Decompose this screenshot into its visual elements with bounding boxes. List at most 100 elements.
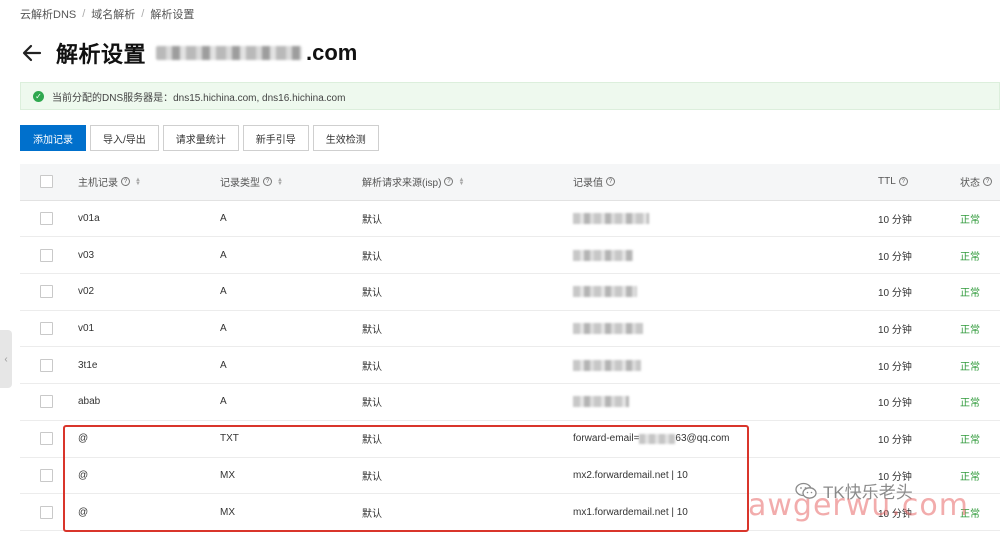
record-status: 正常 xyxy=(960,325,980,337)
row-checkbox[interactable] xyxy=(40,322,53,336)
record-status: 正常 xyxy=(960,398,980,410)
record-ttl: 10 分钟 xyxy=(878,435,912,447)
record-type: TXT xyxy=(220,433,239,445)
row-checkbox[interactable] xyxy=(40,432,53,446)
sort-icon[interactable]: ▲ ▼ xyxy=(135,177,141,187)
column-type[interactable]: 记录类型 ? ▲ ▼ xyxy=(220,164,283,200)
masked-domain xyxy=(156,46,303,60)
table-row: v01a A 默认 10 分钟 正常 xyxy=(20,201,1000,238)
record-host: @ xyxy=(78,469,89,481)
record-host: 3t1e xyxy=(78,359,98,371)
help-icon[interactable]: ? xyxy=(121,177,130,187)
record-type: A xyxy=(220,213,227,225)
help-icon[interactable]: ? xyxy=(983,177,992,187)
record-ttl: 10 分钟 xyxy=(878,325,912,337)
record-status: 正常 xyxy=(960,215,980,227)
row-checkbox[interactable] xyxy=(40,505,53,519)
record-type: A xyxy=(220,249,227,261)
table-row: v03 A 默认 10 分钟 正常 xyxy=(20,237,1000,275)
check-circle-icon: ✓ xyxy=(33,90,44,102)
help-icon[interactable]: ? xyxy=(606,177,615,187)
record-ttl: 10 分钟 xyxy=(878,215,912,227)
record-host: @ xyxy=(78,506,89,518)
breadcrumb-item-dns[interactable]: 云解析DNS xyxy=(20,6,76,22)
record-ttl: 10 分钟 xyxy=(878,251,912,263)
table-row: 3t1e A 默认 10 分钟 正常 xyxy=(20,347,1000,385)
record-host: abab xyxy=(78,396,101,408)
arrow-left-icon[interactable] xyxy=(20,41,44,65)
select-all-checkbox[interactable] xyxy=(40,175,53,189)
page-title: 解析设置 xyxy=(56,42,147,67)
record-isp: 默认 xyxy=(362,215,382,227)
column-isp[interactable]: 解析请求来源(isp) ? ▲ ▼ xyxy=(362,164,464,200)
masked-value-part xyxy=(639,433,676,444)
effect-check-button[interactable]: 生效检测 xyxy=(312,125,379,151)
add-record-button[interactable]: 添加记录 xyxy=(20,125,86,151)
masked-record-value xyxy=(573,323,643,335)
dns-server-text: 当前分配的DNS服务器是：dns15.hichina.com, dns16.hi… xyxy=(52,92,346,104)
record-type: MX xyxy=(220,506,235,518)
row-checkbox[interactable] xyxy=(40,358,53,372)
record-isp: 默认 xyxy=(362,251,382,263)
import-export-button[interactable]: 导入/导出 xyxy=(90,125,159,151)
chevron-left-icon[interactable]: ‹ xyxy=(0,330,12,388)
record-status: 正常 xyxy=(960,361,980,373)
record-isp: 默认 xyxy=(362,435,382,447)
table-row: v02 A 默认 10 分钟 正常 xyxy=(20,274,1000,311)
record-value: forward-email= 63@qq.com xyxy=(573,433,730,445)
column-status: 状态 ? xyxy=(960,164,992,200)
beginner-guide-button[interactable]: 新手引导 xyxy=(242,125,309,151)
request-stats-button[interactable]: 请求量统计 xyxy=(162,125,239,151)
record-type: MX xyxy=(220,469,235,481)
masked-record-value xyxy=(573,249,633,261)
row-checkbox[interactable] xyxy=(40,395,53,409)
record-isp: 默认 xyxy=(362,398,382,410)
table-header: 主机记录 ? ▲ ▼ 记录类型 ? ▲ ▼ 解析请求来源(isp) ? ▲ ▼ 记录值… xyxy=(20,164,1000,201)
breadcrumb: 云解析DNS / 域名解析 / 解析设置 xyxy=(20,6,194,22)
record-isp: 默认 xyxy=(362,471,382,483)
masked-record-value xyxy=(573,213,649,225)
record-type: A xyxy=(220,396,227,408)
record-host: v02 xyxy=(78,286,95,298)
record-type: A xyxy=(220,286,227,298)
record-ttl: 10 分钟 xyxy=(878,288,912,300)
column-ttl: TTL ? xyxy=(878,164,908,200)
record-isp: 默认 xyxy=(362,288,382,300)
record-value: mx2.forwardemail.net | 10 xyxy=(573,469,688,481)
breadcrumb-item-settings: 解析设置 xyxy=(150,9,195,21)
help-icon[interactable]: ? xyxy=(263,177,272,187)
masked-record-value xyxy=(573,359,641,371)
site-watermark: awgerwu.com xyxy=(748,488,969,523)
record-host: v01a xyxy=(78,213,100,225)
row-checkbox[interactable] xyxy=(40,468,53,482)
record-host: @ xyxy=(78,433,89,445)
record-isp: 默认 xyxy=(362,325,382,337)
row-checkbox[interactable] xyxy=(40,285,53,299)
column-value: 记录值 ? xyxy=(573,164,615,200)
table-row: v01 A 默认 10 分钟 正常 xyxy=(20,311,1000,348)
column-host[interactable]: 主机记录 ? ▲ ▼ xyxy=(78,164,141,200)
page-header: 解析设置 .com xyxy=(20,38,357,68)
record-type: A xyxy=(220,359,227,371)
row-checkbox[interactable] xyxy=(40,212,53,226)
record-host: v01 xyxy=(78,323,95,335)
record-status: 正常 xyxy=(960,435,980,447)
table-row: @ TXT 默认 forward-email= 63@qq.com 10 分钟 … xyxy=(20,421,1000,458)
row-checkbox[interactable] xyxy=(40,248,53,262)
sort-icon[interactable]: ▲ ▼ xyxy=(458,177,464,187)
table-row: abab A 默认 10 分钟 正常 xyxy=(20,384,1000,421)
masked-record-value xyxy=(573,396,629,408)
masked-record-value xyxy=(573,286,637,298)
breadcrumb-separator: / xyxy=(141,8,145,20)
record-isp: 默认 xyxy=(362,508,382,520)
record-value: mx1.forwardemail.net | 10 xyxy=(573,506,688,518)
breadcrumb-separator: / xyxy=(82,8,86,20)
breadcrumb-item-domains[interactable]: 域名解析 xyxy=(91,6,135,22)
record-host: v03 xyxy=(78,249,95,261)
records-table: 主机记录 ? ▲ ▼ 记录类型 ? ▲ ▼ 解析请求来源(isp) ? ▲ ▼ 记录值… xyxy=(20,164,1000,531)
help-icon[interactable]: ? xyxy=(898,177,908,187)
record-ttl: 10 分钟 xyxy=(878,361,912,373)
sort-icon[interactable]: ▲ ▼ xyxy=(277,177,283,187)
help-icon[interactable]: ? xyxy=(444,177,454,187)
record-status: 正常 xyxy=(960,251,980,263)
